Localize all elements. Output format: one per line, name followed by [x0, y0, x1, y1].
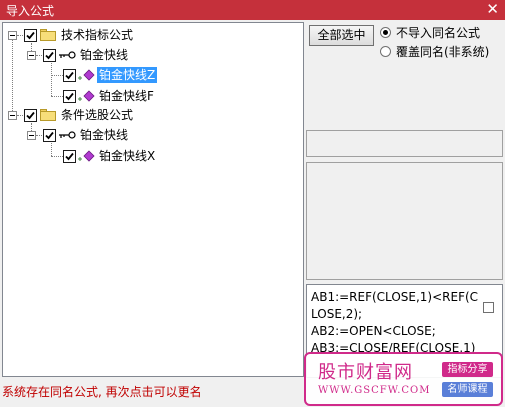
node-checkbox[interactable] — [63, 150, 76, 163]
tree-connector — [17, 35, 23, 36]
tree-connector — [36, 135, 42, 136]
diamond-icon — [78, 150, 95, 162]
tree-node-label[interactable]: 条件选股公式 — [59, 107, 135, 123]
collapse-toggle[interactable] — [8, 31, 17, 40]
diamond-icon — [78, 90, 95, 102]
tree-node-label[interactable]: 铂金快线F — [97, 88, 156, 104]
select-all-button[interactable]: 全部选中 — [309, 25, 374, 46]
watermark-tag: 指标分享 — [442, 362, 493, 377]
tree-connector — [12, 35, 13, 115]
no-import-label: 不导入同名公式 — [396, 26, 481, 40]
key-icon — [59, 131, 76, 139]
title-bar: 导入公式 ✕ — [0, 0, 505, 20]
code-lines: AB1:=REF(CLOSE,1)<REF(CLOSE,2); AB2:=OPE… — [311, 289, 483, 357]
tree-node-label[interactable]: 铂金快线 — [78, 127, 130, 143]
name-panel — [306, 130, 503, 157]
watermark-url: WWW.GSCFW.COM — [318, 385, 431, 396]
node-checkbox[interactable] — [63, 90, 76, 103]
folder-icon — [40, 29, 56, 41]
tree-node-label[interactable]: 技术指标公式 — [59, 27, 135, 43]
collapse-toggle[interactable] — [27, 131, 36, 140]
code-line: AB2:=OPEN<CLOSE; — [311, 324, 436, 338]
overwrite-label: 覆盖同名(非系统) — [396, 45, 490, 59]
tree-connector — [36, 55, 42, 56]
collapse-toggle[interactable] — [8, 111, 17, 120]
node-checkbox[interactable] — [63, 69, 76, 82]
node-checkbox[interactable] — [43, 129, 56, 142]
tree-node-label[interactable]: 铂金快线Z — [97, 67, 158, 83]
code-line: AB1:=REF(CLOSE,1)<REF(CLOSE,2); — [311, 290, 479, 321]
node-checkbox[interactable] — [24, 29, 37, 42]
close-icon[interactable]: ✕ — [486, 0, 499, 19]
diamond-icon — [78, 69, 95, 81]
formula-tree[interactable]: 技术指标公式 铂金快线 铂金快线Z 铂金快线F 条件选股公式 铂金快线 铂金快线… — [2, 22, 304, 377]
window-title: 导入公式 — [6, 4, 55, 18]
no-import-radio[interactable] — [380, 27, 391, 38]
overwrite-radio[interactable] — [380, 46, 391, 57]
watermark-badge: 股市财富网 WWW.GSCFW.COM 指标分享 名师课程 — [304, 352, 503, 406]
status-message: 系统存在同名公式, 再次点击可以更名 — [2, 385, 202, 399]
node-checkbox[interactable] — [24, 109, 37, 122]
tree-connector — [51, 63, 52, 96]
description-panel — [306, 162, 503, 280]
tree-node-label[interactable]: 铂金快线X — [97, 148, 157, 164]
watermark-site-name: 股市财富网 — [318, 362, 413, 383]
tree-connector — [51, 143, 52, 156]
code-option-checkbox[interactable] — [483, 302, 494, 313]
collapse-toggle[interactable] — [27, 51, 36, 60]
node-checkbox[interactable] — [43, 49, 56, 62]
folder-icon — [40, 109, 56, 121]
watermark-tag: 名师课程 — [442, 382, 493, 397]
tree-node-label[interactable]: 铂金快线 — [78, 47, 130, 63]
key-icon — [59, 51, 76, 59]
tree-connector — [17, 115, 23, 116]
